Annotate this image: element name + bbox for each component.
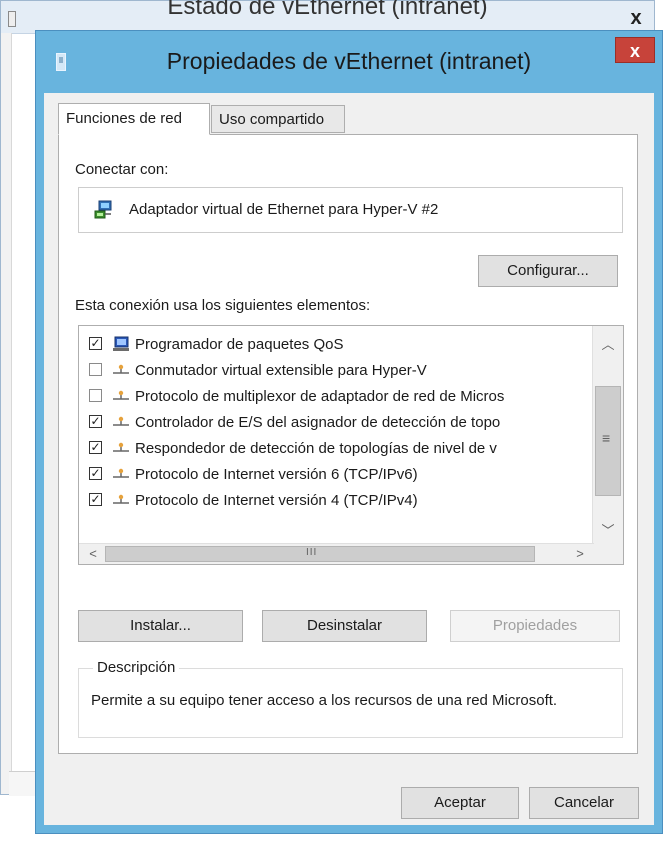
protocol-icon [113,494,129,504]
protocol-icon [113,468,129,478]
list-item-label: Protocolo de Internet versión 4 (TCP/IPv… [135,492,418,509]
list-item[interactable]: ✓ Respondedor de detección de topologías… [79,436,594,462]
adapter-name: Adaptador virtual de Ethernet para Hyper… [129,201,439,218]
install-button[interactable]: Instalar... [78,610,243,642]
list-item-label: Programador de paquetes QoS [135,336,344,353]
dialog-client-area: Funciones de red Uso compartido Conectar… [44,93,654,825]
tab-panel-funciones-de-red: Conectar con: Adaptador virtual de Ether… [58,134,638,754]
qos-scheduler-icon [113,336,129,351]
background-window-title: Estado de vEthernet (intranet) [167,0,488,20]
scroll-down-icon[interactable]: ﹀ [595,518,621,544]
protocol-icon [113,442,129,452]
scroll-grip-icon: ≡ [602,430,611,446]
scroll-grip-icon: III [306,547,318,558]
uninstall-button[interactable]: Desinstalar [262,610,427,642]
checkbox[interactable]: ✓ [89,467,102,480]
description-legend: Descripción [93,659,180,676]
protocol-icon [113,416,129,426]
list-item[interactable]: Protocolo de multiplexor de adaptador de… [79,384,594,410]
configure-button[interactable]: Configurar... [478,255,618,287]
list-item[interactable]: ✓ Protocolo de Internet versión 6 (TCP/I… [79,462,594,488]
checkbox[interactable]: ✓ [89,493,102,506]
protocol-icon [113,390,129,400]
horizontal-scroll-thumb[interactable]: III [105,546,535,562]
properties-button[interactable]: Propiedades [450,610,620,642]
scroll-corner [593,544,623,564]
horizontal-scrollbar[interactable]: < III > [79,543,594,564]
close-button[interactable]: x [615,37,655,63]
background-window-content [1,33,12,794]
list-item-label: Conmutador virtual extensible para Hyper… [135,362,427,379]
list-item[interactable]: ✓ Protocolo de Internet versión 4 (TCP/I… [79,488,594,514]
checkbox[interactable]: ✓ [89,415,102,428]
checkbox[interactable] [89,363,102,376]
dialog-titlebar[interactable]: Propiedades de vEthernet (intranet) x [36,31,662,93]
cancel-button[interactable]: Cancelar [529,787,639,819]
components-label: Esta conexión usa los siguientes element… [75,297,371,314]
components-list[interactable]: ✓ Programador de paquetes QoS Conmutador… [78,325,624,565]
scroll-left-icon[interactable]: < [83,544,103,564]
list-item-label: Controlador de E/S del asignador de dete… [135,414,501,431]
checkbox[interactable] [89,389,102,402]
list-item-label: Protocolo de Internet versión 6 (TCP/IPv… [135,466,418,483]
vertical-scroll-thumb[interactable]: ≡ [595,386,621,496]
network-adapter-icon [94,200,112,219]
adapter-box: Adaptador virtual de Ethernet para Hyper… [78,187,623,233]
tab-uso-compartido[interactable]: Uso compartido [211,105,345,133]
background-window-close-button[interactable]: x [624,7,648,29]
checkbox[interactable]: ✓ [89,337,102,350]
list-item[interactable]: ✓ Programador de paquetes QoS [79,332,594,358]
protocol-icon [113,364,129,374]
scroll-up-icon[interactable]: ︿ [595,332,621,358]
list-item[interactable]: ✓ Controlador de E/S del asignador de de… [79,410,594,436]
list-item-label: Protocolo de multiplexor de adaptador de… [135,388,505,405]
tab-funciones-de-red[interactable]: Funciones de red [58,103,210,135]
list-item-label: Respondedor de detección de topologías d… [135,440,497,457]
properties-dialog: Propiedades de vEthernet (intranet) x Fu… [35,30,663,834]
checkbox[interactable]: ✓ [89,441,102,454]
description-group: Descripción Permite a su equipo tener ac… [78,659,623,738]
connect-with-label: Conectar con: [75,161,169,178]
scroll-right-icon[interactable]: > [570,544,590,564]
dialog-title: Propiedades de vEthernet (intranet) [166,48,532,74]
list-item[interactable]: Conmutador virtual extensible para Hyper… [79,358,594,384]
ok-button[interactable]: Aceptar [401,787,519,819]
description-text: Permite a su equipo tener acceso a los r… [91,692,558,709]
vertical-scrollbar[interactable]: ︿ ≡ ﹀ [592,326,623,546]
